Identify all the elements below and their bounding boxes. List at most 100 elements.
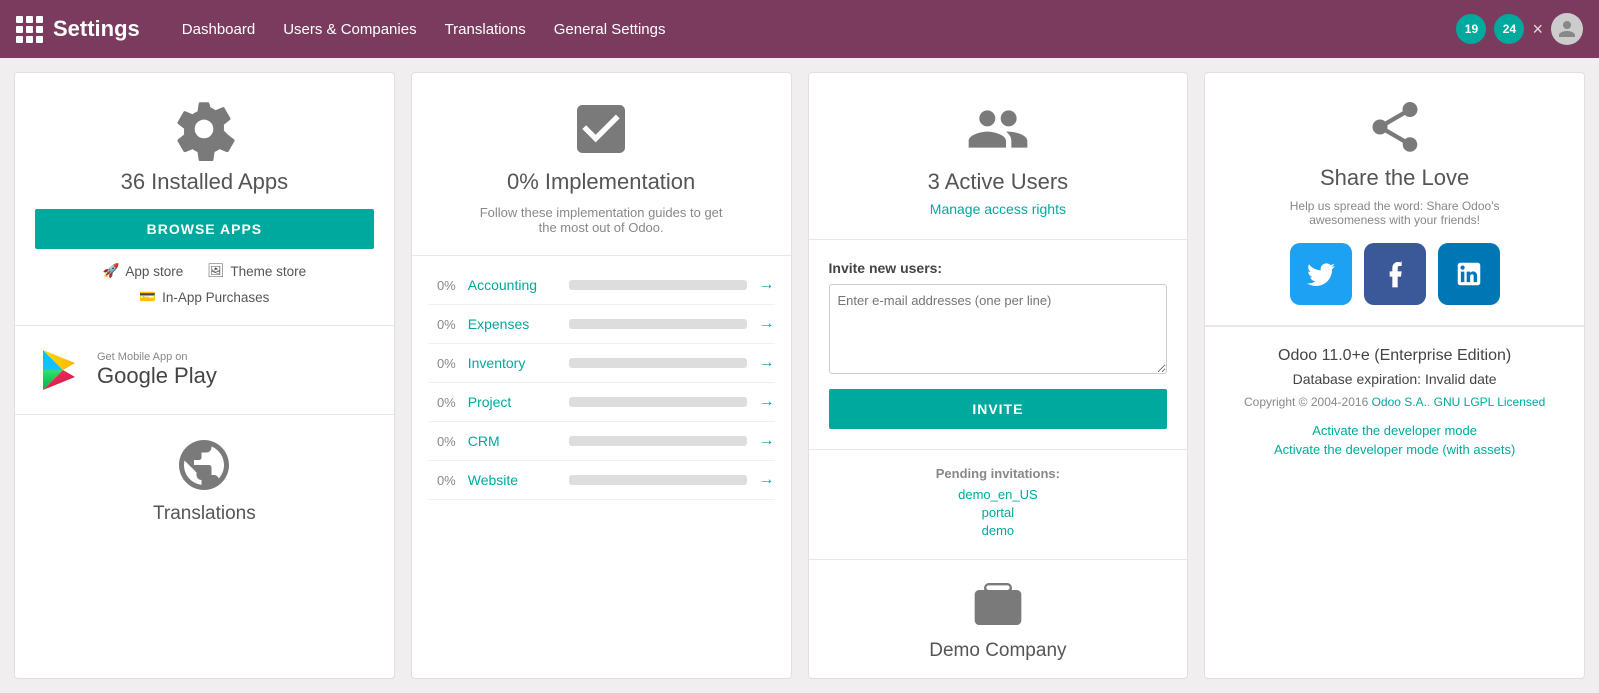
col-users: 3 Active Users Manage access rights Invi… [808,72,1189,679]
impl-name[interactable]: Accounting [468,277,557,293]
users-header: 3 Active Users Manage access rights [809,73,1188,240]
arrow-right-icon: → [759,432,775,450]
col-apps: 36 Installed Apps BROWSE APPS 🚀 App stor… [14,72,395,679]
impl-name[interactable]: Inventory [468,355,557,371]
in-app-label: In-App Purchases [162,290,269,305]
nav-users-companies[interactable]: Users & Companies [271,15,428,44]
pending-section: Pending invitations: demo_en_US portal d… [809,450,1188,557]
get-mobile-text: Get Mobile App on [97,351,217,363]
nav-translations[interactable]: Translations [433,15,538,44]
arrow-right-icon: → [759,393,775,411]
dev-mode-assets-link[interactable]: Activate the developer mode (with assets… [1225,442,1564,457]
nav-general-settings[interactable]: General Settings [542,15,678,44]
google-play-section[interactable]: Get Mobile App on Google Play [15,326,394,415]
col-implementation: 0% Implementation Follow these implement… [411,72,792,679]
pending-item-0[interactable]: demo_en_US [829,487,1168,502]
pending-title: Pending invitations: [829,466,1168,481]
brand: Settings [16,16,140,43]
theme-store-link[interactable]: 🖼 Theme store [207,263,306,279]
image-icon: 🖼 [207,263,224,279]
invite-textarea[interactable] [829,284,1168,374]
impl-pct: 0% [428,395,456,410]
lgpl-link[interactable]: GNU LGPL Licensed [1434,395,1546,409]
in-app-row: 💳 In-App Purchases [35,289,374,305]
arrow-right-icon: → [759,276,775,294]
facebook-button[interactable] [1364,243,1426,305]
impl-item: 0% Inventory → [428,344,775,383]
implementation-pct: 0% Implementation [436,169,767,195]
installed-apps-count: 36 Installed Apps [35,169,374,195]
share-icon [1225,97,1564,157]
copyright: Copyright © 2004-2016 Odoo S.A.. GNU LGP… [1225,395,1564,409]
implementation-list: 0% Accounting → 0% Expenses → 0% Invento… [412,256,791,510]
grid-icon [16,16,43,43]
manage-access-link[interactable]: Manage access rights [930,201,1066,217]
topnav: Settings Dashboard Users & Companies Tra… [0,0,1599,58]
impl-bar [569,280,747,290]
notification-badge-2[interactable]: 24 [1494,14,1524,44]
impl-item: 0% Expenses → [428,305,775,344]
impl-name[interactable]: Expenses [468,316,557,332]
odoo-sa-link[interactable]: Odoo S.A. [1372,395,1427,409]
linkedin-button[interactable] [1438,243,1500,305]
main-content: 36 Installed Apps BROWSE APPS 🚀 App stor… [0,58,1599,693]
implementation-desc: Follow these implementation guides to ge… [471,205,731,235]
impl-name[interactable]: Website [468,472,557,488]
arrow-right-icon: → [759,354,775,372]
app-store-label: App store [125,264,183,279]
impl-name[interactable]: Project [468,394,557,410]
impl-bar [569,319,747,329]
gear-icon [35,97,374,161]
browse-apps-button[interactable]: BROWSE APPS [35,209,374,249]
google-play-name: Google Play [97,363,217,389]
impl-bar [569,436,747,446]
impl-item: 0% Website → [428,461,775,500]
impl-bar [569,397,747,407]
app-title: Settings [53,16,140,42]
close-button[interactable]: × [1532,19,1543,40]
impl-bar [569,475,747,485]
briefcase-icon [829,576,1168,632]
arrow-right-icon: → [759,471,775,489]
dollar-icon: 💳 [139,289,156,305]
demo-company-label: Demo Company [829,640,1168,662]
dev-mode-link[interactable]: Activate the developer mode [1225,423,1564,438]
app-links: 🚀 App store 🖼 Theme store [35,263,374,279]
invite-button[interactable]: INVITE [829,389,1168,429]
theme-store-label: Theme store [230,264,306,279]
globe-icon [35,435,374,495]
arrow-right-icon: → [759,315,775,333]
copyright-text: Copyright © 2004-2016 [1244,395,1368,409]
impl-pct: 0% [428,278,456,293]
active-users-count: 3 Active Users [829,169,1168,195]
rocket-icon: 🚀 [103,263,120,279]
share-header: Share the Love Help us spread the word: … [1205,73,1584,326]
topnav-menu: Dashboard Users & Companies Translations… [170,15,678,44]
share-title: Share the Love [1225,165,1564,191]
share-desc: Help us spread the word: Share Odoo's aw… [1285,199,1505,227]
in-app-purchases-link[interactable]: 💳 In-App Purchases [139,289,269,305]
nav-dashboard[interactable]: Dashboard [170,15,267,44]
invite-label: Invite new users: [829,260,1168,276]
google-play-text-area: Get Mobile App on Google Play [97,351,217,389]
demo-company-section: Demo Company [809,559,1188,678]
impl-item: 0% CRM → [428,422,775,461]
users-icon [829,97,1168,161]
pending-item-1[interactable]: portal [829,505,1168,520]
play-logo [35,346,83,394]
pending-item-2[interactable]: demo [829,523,1168,538]
app-store-link[interactable]: 🚀 App store [103,263,184,279]
social-buttons [1225,243,1564,305]
avatar[interactable] [1551,13,1583,45]
impl-pct: 0% [428,473,456,488]
db-expiry: Database expiration: Invalid date [1225,371,1564,387]
impl-name[interactable]: CRM [468,433,557,449]
translations-label: Translations [35,503,374,525]
check-icon [436,97,767,161]
twitter-button[interactable] [1290,243,1352,305]
notification-badge-1[interactable]: 19 [1456,14,1486,44]
translations-section: Translations [15,415,394,545]
impl-pct: 0% [428,434,456,449]
impl-item: 0% Accounting → [428,266,775,305]
odoo-version: Odoo 11.0+e (Enterprise Edition) [1225,347,1564,365]
